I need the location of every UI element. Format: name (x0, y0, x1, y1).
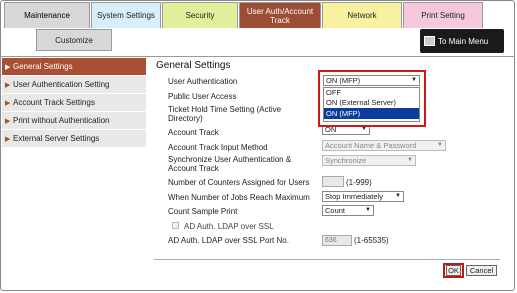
ad-port-input: 636 (322, 235, 352, 246)
tab-network[interactable]: Network (322, 2, 402, 28)
sidebar-item-label: Account Track Settings (13, 98, 95, 107)
count-sample-select[interactable]: Count ▼ (322, 205, 374, 216)
arrow-right-icon: ▶ (5, 99, 11, 107)
user-authentication-value: ON (MFP) (326, 76, 361, 85)
chevron-down-icon: ▼ (407, 157, 413, 163)
sidebar-item-label: General Settings (13, 62, 73, 71)
account-track-label: Account Track (168, 128, 219, 137)
counters-input (322, 176, 344, 187)
input-method-value: Account Name & Password (325, 141, 417, 150)
chevron-down-icon: ▼ (411, 77, 417, 83)
sidebar-item-user-authentication-setting[interactable]: ▶ User Authentication Setting (2, 76, 146, 94)
ad-ssl-checkbox[interactable] (172, 222, 179, 229)
jobs-max-label: When Number of Jobs Reach Maximum (168, 193, 310, 202)
dropdown-option-on-external-server[interactable]: ON (External Server) (324, 97, 419, 108)
tab-print-setting[interactable]: Print Setting (403, 2, 483, 28)
ok-highlight: OK (443, 263, 464, 278)
dropdown-list: OFF ON (External Server) ON (MFP) (323, 87, 420, 122)
arrow-right-icon: ▶ (5, 117, 11, 125)
tab-customize[interactable]: Customize (36, 29, 112, 51)
sidebar-item-general-settings[interactable]: ▶ General Settings (2, 58, 146, 76)
arrow-right-icon: ▶ (5, 81, 11, 89)
sidebar-item-external-server-settings[interactable]: ▶ External Server Settings (2, 130, 146, 148)
ad-port-value: 636 (325, 237, 337, 244)
chevron-down-icon: ▼ (395, 193, 401, 199)
ticket-hold-time-label: Ticket Hold Time Setting (Active Directo… (168, 105, 282, 123)
user-authentication-dropdown[interactable]: ON (MFP) ▼ OFF ON (External Server) ON (… (318, 70, 426, 127)
dropdown-option-off[interactable]: OFF (324, 88, 419, 97)
tab-user-auth-account-track[interactable]: User Auth/Account Track (239, 2, 321, 28)
ad-port-range: (1-65535) (354, 236, 389, 245)
chevron-down-icon: ▼ (365, 207, 371, 213)
ad-ssl-label: AD Auth. LDAP over SSL (184, 222, 274, 231)
public-user-access-label: Public User Access (168, 92, 237, 101)
input-method-select: Account Name & Password ▼ (322, 140, 446, 151)
account-track-input-method-label: Account Track Input Method (168, 143, 268, 152)
jobs-max-value: Stop Immediately (325, 192, 383, 201)
jobs-max-select[interactable]: Stop Immediately ▼ (322, 191, 404, 202)
user-authentication-select[interactable]: ON (MFP) ▼ (323, 75, 420, 86)
divider (154, 259, 500, 260)
chevron-down-icon: ▼ (437, 142, 443, 148)
to-main-menu-label: To Main Menu (438, 36, 489, 46)
counters-range: (1-999) (346, 178, 372, 187)
user-authentication-label: User Authentication (168, 77, 238, 86)
synchronize-value: Synchronize (325, 156, 367, 165)
sidebar: ▶ General Settings ▶ User Authentication… (2, 58, 146, 148)
synchronize-select: Synchronize ▼ (322, 155, 416, 166)
sidebar-item-label: User Authentication Setting (13, 80, 110, 89)
tab-maintenance[interactable]: Maintenance (4, 2, 90, 28)
tab-security[interactable]: Security (162, 2, 238, 28)
count-sample-label: Count Sample Print (168, 207, 238, 216)
sidebar-item-print-without-authentication[interactable]: ▶ Print without Authentication (2, 112, 146, 130)
to-main-menu-button[interactable]: To Main Menu (420, 29, 504, 53)
counters-label: Number of Counters Assigned for Users (168, 178, 310, 187)
main-menu-icon (424, 36, 435, 46)
tab-system-settings[interactable]: System Settings (91, 2, 161, 28)
sidebar-item-label: Print without Authentication (13, 116, 110, 125)
count-sample-value: Count (325, 206, 346, 215)
dropdown-option-on-mfp[interactable]: ON (MFP) (324, 108, 419, 119)
divider (0, 56, 515, 57)
sidebar-item-account-track-settings[interactable]: ▶ Account Track Settings (2, 94, 146, 112)
synchronize-label: Synchronize User Authentication & Accoun… (168, 155, 292, 173)
ad-port-label: AD Auth. LDAP over SSL Port No. (168, 236, 289, 245)
cancel-button[interactable]: Cancel (466, 265, 497, 276)
arrow-right-icon: ▶ (5, 135, 11, 143)
sidebar-item-label: External Server Settings (13, 134, 100, 143)
arrow-right-icon: ▶ (5, 63, 11, 71)
ok-button[interactable]: OK (446, 265, 461, 276)
main-tabs: Maintenance System Settings Security Use… (4, 2, 484, 28)
